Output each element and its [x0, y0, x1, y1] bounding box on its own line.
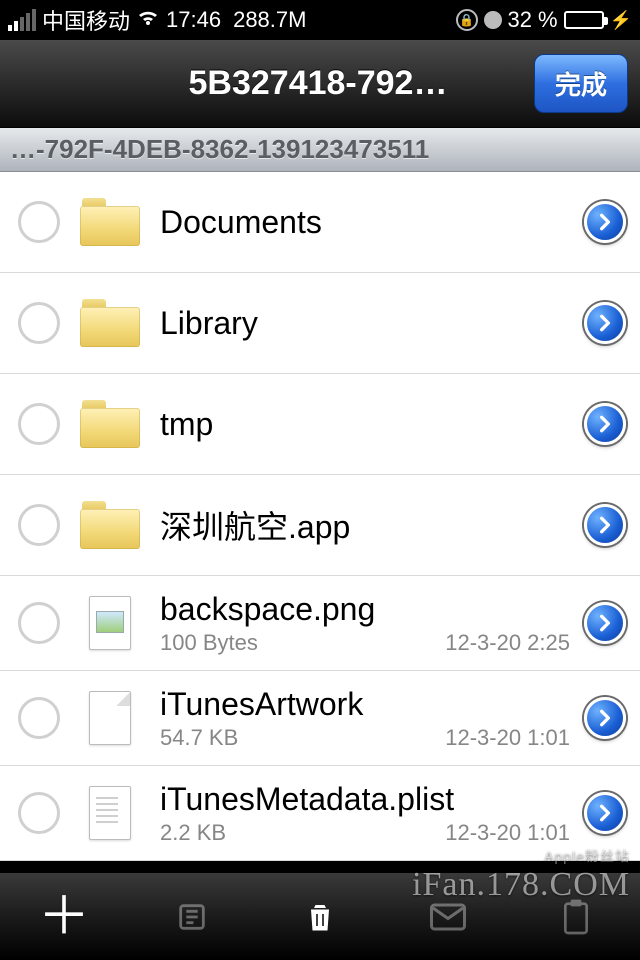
disclosure-button[interactable]	[584, 602, 626, 644]
disclosure-button[interactable]	[584, 403, 626, 445]
status-bar: 中国移动 17:46 288.7M 🔒 32 % ⚡	[0, 0, 640, 40]
select-radio[interactable]	[18, 201, 60, 243]
disclosure-button[interactable]	[584, 792, 626, 834]
item-name: Library	[160, 305, 570, 342]
disclosure-button[interactable]	[584, 697, 626, 739]
done-button[interactable]: 完成	[534, 54, 628, 113]
item-name: tmp	[160, 406, 570, 443]
select-radio[interactable]	[18, 697, 60, 739]
list-item[interactable]: Library	[0, 273, 640, 374]
add-button[interactable]: ＋	[34, 887, 94, 947]
item-size: 100 Bytes	[160, 630, 258, 656]
file-icon	[89, 596, 131, 650]
breadcrumb: …-792F-4DEB-8362-139123473511	[0, 128, 640, 172]
disclosure-button[interactable]	[584, 201, 626, 243]
file-list: Documents Library tmp 深圳航空.app backspace.png…	[0, 172, 640, 861]
file-icon	[89, 691, 131, 745]
list-item[interactable]: backspace.png100 Bytes 12-3-20 2:25	[0, 576, 640, 671]
memory-label: 288.7M	[233, 7, 306, 33]
folder-icon	[80, 501, 140, 549]
battery-icon	[564, 11, 604, 29]
item-name: Documents	[160, 204, 570, 241]
list-item[interactable]: iTunesMetadata.plist2.2 KB 12-3-20 1:01	[0, 766, 640, 861]
item-size: 54.7 KB	[160, 725, 238, 751]
item-name: backspace.png	[160, 591, 570, 628]
item-name: 深圳航空.app	[160, 502, 570, 548]
percent-sign: %	[538, 7, 558, 33]
select-radio[interactable]	[18, 792, 60, 834]
archive-button[interactable]	[162, 887, 222, 947]
folder-icon	[80, 198, 140, 246]
item-date: 12-3-20 1:01	[445, 725, 570, 751]
signal-icon	[8, 9, 36, 31]
list-item[interactable]: Documents	[0, 172, 640, 273]
disclosure-button[interactable]	[584, 504, 626, 546]
select-radio[interactable]	[18, 403, 60, 445]
folder-icon	[80, 400, 140, 448]
list-item[interactable]: iTunesArtwork54.7 KB 12-3-20 1:01	[0, 671, 640, 766]
item-name: iTunesArtwork	[160, 686, 570, 723]
folder-icon	[80, 299, 140, 347]
mail-button[interactable]	[418, 887, 478, 947]
select-radio[interactable]	[18, 302, 60, 344]
page-title: 5B327418-792…	[102, 64, 534, 103]
list-item[interactable]: 深圳航空.app	[0, 475, 640, 576]
rotation-lock-icon: 🔒	[456, 9, 478, 31]
charging-icon: ⚡	[610, 10, 632, 31]
list-item[interactable]: tmp	[0, 374, 640, 475]
wifi-icon	[136, 5, 160, 35]
file-icon	[89, 786, 131, 840]
disclosure-button[interactable]	[584, 302, 626, 344]
trash-button[interactable]	[290, 887, 350, 947]
battery-percent: 32	[508, 7, 532, 33]
item-name: iTunesMetadata.plist	[160, 781, 570, 818]
carrier-label: 中国移动	[42, 4, 130, 36]
select-radio[interactable]	[18, 504, 60, 546]
item-size: 2.2 KB	[160, 820, 226, 846]
select-radio[interactable]	[18, 602, 60, 644]
item-date: 12-3-20 1:01	[445, 820, 570, 846]
item-date: 12-3-20 2:25	[445, 630, 570, 656]
clipboard-button[interactable]	[546, 887, 606, 947]
nav-bar: 5B327418-792… 完成	[0, 40, 640, 128]
toolbar: ＋	[0, 872, 640, 960]
time-label: 17:46	[166, 7, 221, 33]
alarm-icon	[484, 11, 502, 29]
